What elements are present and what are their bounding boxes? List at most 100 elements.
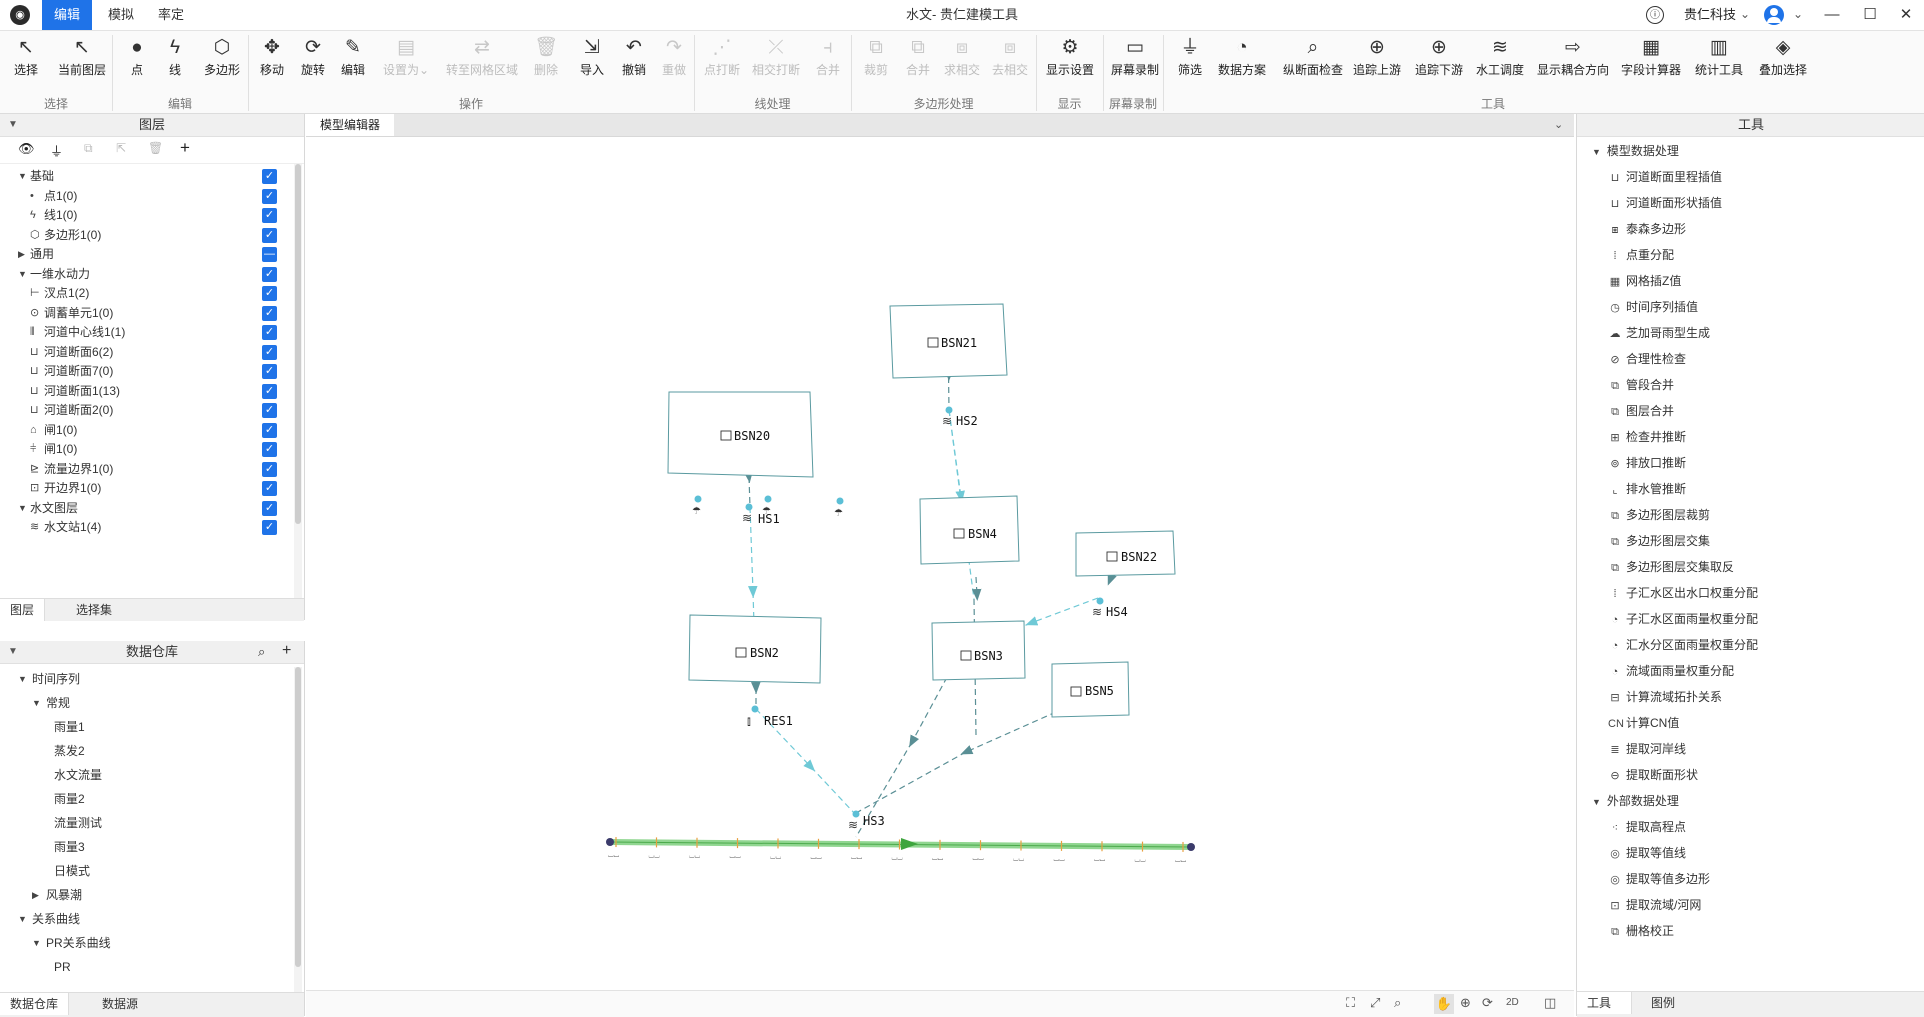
warehouse-item[interactable]: ▼ 关系曲线 — [0, 907, 290, 931]
layer-visibility-checkbox[interactable]: ✓ — [262, 266, 277, 282]
rain-gauge-1[interactable]: ☂ — [692, 495, 702, 518]
layer-visibility-checkbox[interactable]: ✓ — [262, 364, 277, 379]
station-hs4[interactable]: ≋ HS4 — [1092, 597, 1128, 620]
add-icon[interactable]: + — [282, 640, 291, 662]
split-view-icon[interactable]: ◫ — [1544, 995, 1556, 1011]
rain-gauge-2[interactable]: ☂ — [762, 495, 772, 518]
tool-item[interactable]: ☁ 芝加哥雨型生成 — [1608, 320, 1711, 346]
tool-item[interactable]: CN 计算CN值 — [1608, 710, 1679, 736]
tool-item[interactable]: ◷ 时间序列插值 — [1608, 294, 1698, 320]
tab-selection-set[interactable]: 选择集 — [66, 599, 122, 621]
station-hs3[interactable]: ≋ HS3 — [848, 810, 885, 833]
search-icon[interactable]: ⌕ — [258, 641, 265, 663]
add-layer-icon[interactable]: + — [180, 138, 190, 158]
close-icon[interactable]: ✕ — [1888, 0, 1924, 30]
expand-down-icon[interactable]: ▼ — [32, 931, 41, 955]
expand-down-icon[interactable]: ▼ — [18, 907, 27, 931]
ribbon-button-29[interactable]: ≋ 水工调度 — [1474, 35, 1526, 85]
expand-down-icon[interactable]: ▼ — [1592, 147, 1601, 157]
layer-visibility-checkbox[interactable]: ✓ — [262, 520, 277, 535]
warehouse-item[interactable]: 日模式 — [0, 859, 290, 883]
tool-item[interactable]: ◔ 汇水分区面雨量权重分配 — [1608, 632, 1758, 658]
ribbon-button-22[interactable]: ⚙ 显示设置 — [1040, 35, 1100, 85]
ribbon-button-2[interactable]: ↖ 当前图层 — [52, 35, 112, 85]
model-canvas[interactable]: ⌴⌴ ⌴⌴ ⌴⌴ ⌴⌴ ⌴⌴ ⌴⌴ ⌴⌴ ⌴⌴ ⌴⌴ ⌴⌴ ⌴⌴ ⌴⌴ ⌴⌴ ⌴⌴ ⌴⌴ BSN21 BSN… — [306, 137, 1574, 989]
ribbon-button-30[interactable]: ⇨ 显示耦合方向 — [1536, 35, 1610, 85]
tool-item[interactable]: ⧉ 图层合并 — [1608, 398, 1674, 424]
ribbon-button-33[interactable]: ◈ 叠加选择 — [1754, 35, 1812, 85]
rain-gauge-3[interactable]: ☂ — [834, 497, 844, 520]
ribbon-button-4[interactable]: ϟ线 — [158, 35, 192, 85]
refresh-icon[interactable]: ⟳ — [1482, 995, 1493, 1011]
layer-visibility-checkbox[interactable]: ✓ — [262, 461, 277, 477]
tool-item[interactable]: ◔ 子汇水区面雨量权重分配 — [1608, 606, 1758, 632]
layer-visibility-checkbox[interactable]: ✓ — [262, 325, 277, 340]
tab-layers[interactable]: 图层 — [0, 599, 46, 621]
basin-bsn5[interactable]: BSN5 — [1051, 661, 1130, 718]
pan-hand-icon[interactable]: ✋ — [1434, 994, 1454, 1014]
warehouse-item[interactable]: PR — [0, 955, 290, 979]
tool-section-header[interactable]: ▼ 模型数据处理 — [1592, 138, 1679, 164]
tab-model-editor[interactable]: 模型编辑器 — [306, 114, 395, 136]
tool-item[interactable]: ⊞ 检查井推断 — [1608, 424, 1686, 450]
maximize-icon[interactable]: ☐ — [1852, 0, 1888, 30]
warehouse-item[interactable]: 流量测试 — [0, 811, 290, 835]
tool-item[interactable]: ≣ 提取河岸线 — [1608, 736, 1686, 762]
expand-right-icon[interactable]: ▶ — [32, 883, 39, 907]
tool-item[interactable]: ⊚ 排放口推断 — [1608, 450, 1686, 476]
ribbon-button-27[interactable]: ⊕ 追踪上游 — [1350, 35, 1404, 85]
tool-item[interactable]: ⧉ 栅格校正 — [1608, 918, 1674, 944]
reservoir-res1[interactable]: ⫾ RES1 — [747, 705, 793, 729]
layer-visibility-checkbox[interactable]: ✓ — [262, 305, 277, 321]
zoom-extent-icon[interactable]: ⤢ — [1370, 995, 1380, 1011]
layer-visibility-checkbox[interactable]: ✓ — [262, 500, 277, 516]
tool-item[interactable]: ⧉ 多边形图层裁剪 — [1608, 502, 1710, 528]
layer-visibility-checkbox[interactable]: ✓ — [262, 481, 277, 496]
warehouse-scrollbar[interactable] — [294, 667, 302, 992]
menu-tab-simulate[interactable]: 模拟 — [96, 0, 146, 30]
station-hs1[interactable]: ≋ HS1 — [742, 503, 780, 527]
tool-item[interactable]: ⊔ 河道断面形状插值 — [1608, 190, 1722, 216]
warehouse-item[interactable]: 雨量2 — [0, 787, 290, 811]
layer-visibility-checkbox[interactable]: ✓ — [262, 442, 277, 457]
zoom-area-icon[interactable]: ⌕ — [1394, 995, 1401, 1011]
zoom-in-icon[interactable]: ⊕ — [1460, 995, 1471, 1011]
tab-data-source[interactable]: 数据源 — [92, 993, 148, 1015]
layer-visibility-checkbox[interactable]: — — [262, 247, 277, 262]
tool-item[interactable]: ⧆ 泰森多边形 — [1608, 216, 1687, 242]
warehouse-item[interactable]: ▼ 时间序列 — [0, 667, 290, 691]
basin-bsn3[interactable]: BSN3 — [931, 620, 1026, 681]
ribbon-button-32[interactable]: ▥ 统计工具 — [1692, 35, 1746, 85]
menu-tab-calibrate[interactable]: 率定 — [146, 0, 196, 30]
ribbon-button-12[interactable]: ⇲ 导入 — [572, 35, 612, 85]
layer-visibility-checkbox[interactable]: ✓ — [262, 286, 277, 301]
ribbon-button-5[interactable]: ⬡ 多边形 — [198, 35, 246, 85]
view-2d-toggle[interactable]: 2D — [1506, 997, 1519, 1008]
tool-item[interactable]: ⊘ 合理性检查 — [1608, 346, 1686, 372]
tool-item[interactable]: ⊔ 河道断面里程插值 — [1608, 164, 1722, 190]
tool-item[interactable]: ◎ 提取等值多边形 — [1608, 866, 1710, 892]
basin-bsn4[interactable]: BSN4 — [919, 495, 1020, 565]
tool-item[interactable]: ⊖ 提取断面形状 — [1608, 762, 1698, 788]
tool-item[interactable]: ◔ 流域面雨量权重分配 — [1608, 658, 1734, 684]
layer-row[interactable]: ≋ 水文站1(4) ✓ — [0, 515, 294, 539]
basin-bsn21[interactable]: BSN21 — [889, 303, 1008, 379]
ribbon-button-8[interactable]: ✎ 编辑 — [334, 35, 372, 85]
fit-extent-icon[interactable]: ⛶ — [1346, 995, 1355, 1011]
tool-item[interactable]: ⊟ 计算流域拓扑关系 — [1608, 684, 1722, 710]
tab-dropdown-icon[interactable]: ⌄ — [1554, 114, 1563, 136]
basin-bsn20[interactable]: BSN20 — [667, 391, 814, 478]
warehouse-item[interactable]: ▼ PR关系曲线 — [0, 931, 290, 955]
ribbon-button-24[interactable]: ⏚ 筛选 — [1170, 35, 1210, 85]
collapse-icon[interactable]: ▼ — [8, 641, 18, 663]
ribbon-button-13[interactable]: ↶ 撤销 — [614, 35, 654, 85]
ribbon-button-23[interactable]: ▭ 屏幕录制 — [1108, 35, 1162, 85]
tool-item[interactable]: ◎ 提取等值线 — [1608, 840, 1686, 866]
minimize-icon[interactable]: — — [1814, 0, 1850, 30]
warehouse-item[interactable]: 雨量1 — [0, 715, 290, 739]
river-centerline[interactable] — [606, 838, 1195, 851]
company-name[interactable]: 贵仁科技 — [1684, 0, 1736, 30]
user-avatar-icon[interactable] — [1764, 5, 1784, 25]
layer-visibility-checkbox[interactable]: ✓ — [262, 188, 277, 204]
warehouse-item[interactable]: ▼ 常规 — [0, 691, 290, 715]
